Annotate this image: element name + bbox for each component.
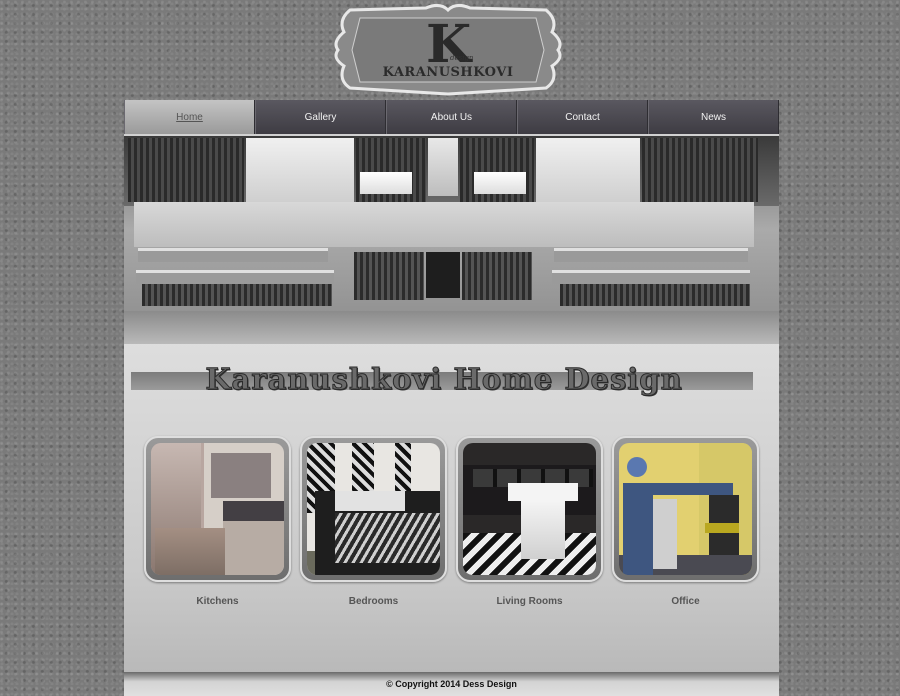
category-office: Office [612, 436, 759, 607]
bedrooms-image-link[interactable] [300, 436, 447, 582]
category-living-rooms: Living Rooms [456, 436, 603, 607]
site-logo[interactable]: K design KARANUSHKOVI [330, 2, 566, 98]
nav-gallery[interactable]: Gallery [255, 100, 386, 134]
footer: © Copyright 2014 Dess Design [124, 672, 779, 696]
logo-brand-text: KARANUSHKOVI [382, 65, 514, 80]
living-rooms-photo [463, 443, 596, 575]
hero-kitchen-image [124, 136, 779, 344]
logo-frame: K [334, 3, 562, 96]
office-photo [619, 443, 752, 575]
nav-about-us[interactable]: About Us [386, 100, 517, 134]
bedrooms-photo [307, 443, 440, 575]
kitchens-label[interactable]: Kitchens [144, 596, 291, 607]
kitchens-photo [151, 443, 284, 575]
bedrooms-label[interactable]: Bedrooms [300, 596, 447, 607]
living-rooms-label[interactable]: Living Rooms [456, 596, 603, 607]
nav-contact[interactable]: Contact [517, 100, 648, 134]
living-rooms-image-link[interactable] [456, 436, 603, 582]
main-nav: Home Gallery About Us Contact News [124, 100, 779, 134]
kitchens-image-link[interactable] [144, 436, 291, 582]
category-kitchens: Kitchens [144, 436, 291, 607]
page-title: Karanushkovi Home Design [205, 362, 683, 397]
logo-design-text: design [450, 54, 474, 62]
nav-news[interactable]: News [648, 100, 779, 134]
office-label[interactable]: Office [612, 596, 759, 607]
page-container: Home Gallery About Us Contact News Karan… [124, 100, 779, 696]
nav-home[interactable]: Home [124, 100, 255, 134]
office-image-link[interactable] [612, 436, 759, 582]
copyright-text: © Copyright 2014 Dess Design [386, 679, 517, 689]
category-bedrooms: Bedrooms [300, 436, 447, 607]
category-list: Kitchens Bedrooms Living Rooms Office [144, 436, 759, 607]
